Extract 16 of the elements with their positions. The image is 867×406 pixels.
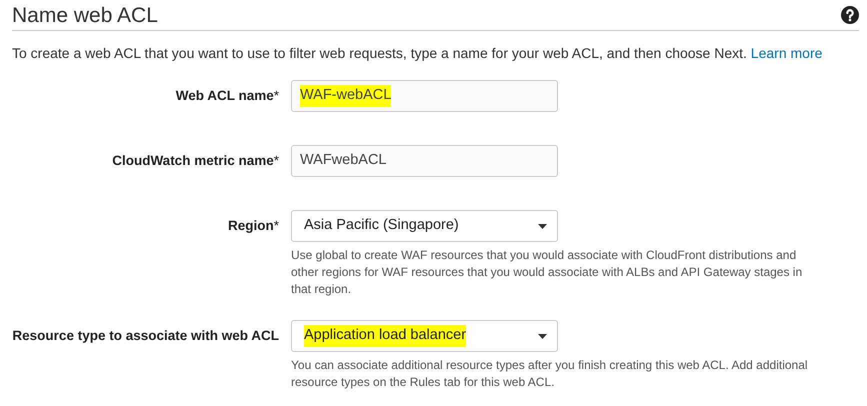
intro-text: To create a web ACL that you want to use to filter web requests, type a name for your web ACL, and then choose Next. Learn more xyxy=(12,44,824,63)
caret-icon xyxy=(538,334,547,338)
input-field[interactable]: WAFwebACL xyxy=(291,145,558,177)
input-field[interactable]: WAF-webACL xyxy=(291,80,558,112)
help-text: You can associate additional resource types after you finish creating this web ACL. Add additional resource types on the Rules tab for this web ACL. xyxy=(291,357,809,391)
help-icon[interactable] xyxy=(841,6,859,24)
help-text: Use global to create WAF resources that you would associate with CloudFront distributions and other regions for WAF resources that you would associate with ALBs and API Gateway stages in that region. xyxy=(291,247,804,298)
learn-more-link[interactable]: Learn more xyxy=(750,45,822,61)
select-field[interactable]: Application load balancer xyxy=(291,320,558,352)
field-label: Region* xyxy=(226,217,280,235)
field-label: Resource type to associate with web ACL xyxy=(12,327,280,345)
caret-icon xyxy=(538,224,547,228)
page-title: Name web ACL xyxy=(12,4,158,26)
field-label: Web ACL name* xyxy=(174,87,280,105)
select-field[interactable]: Asia Pacific (Singapore) xyxy=(291,210,558,242)
field-label: CloudWatch metric name* xyxy=(111,152,280,170)
